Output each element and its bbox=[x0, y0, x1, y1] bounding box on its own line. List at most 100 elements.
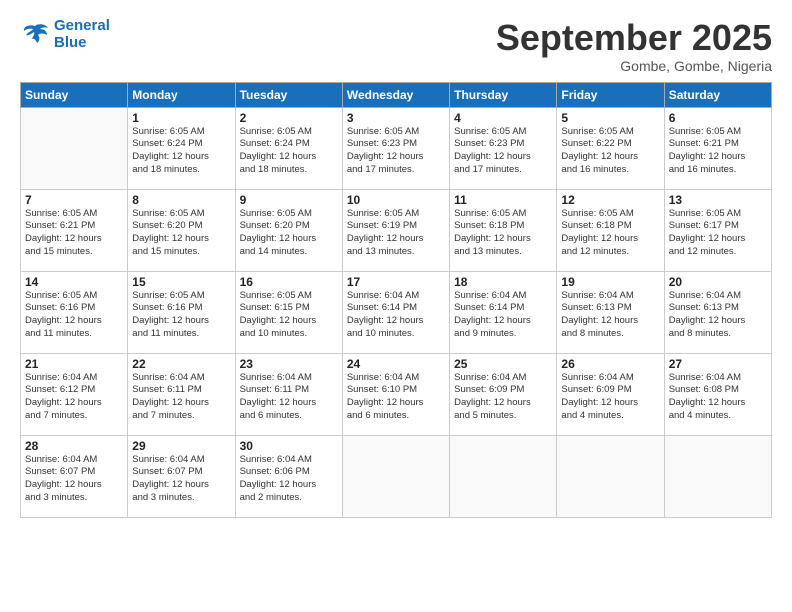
calendar-cell: 12Sunrise: 6:05 AM Sunset: 6:18 PM Dayli… bbox=[557, 189, 664, 271]
calendar-cell: 17Sunrise: 6:04 AM Sunset: 6:14 PM Dayli… bbox=[342, 271, 449, 353]
week-row-1: 7Sunrise: 6:05 AM Sunset: 6:21 PM Daylig… bbox=[21, 189, 772, 271]
day-number: 30 bbox=[240, 439, 338, 453]
day-info: Sunrise: 6:04 AM Sunset: 6:08 PM Dayligh… bbox=[669, 372, 767, 423]
day-number: 2 bbox=[240, 111, 338, 125]
day-number: 22 bbox=[132, 357, 230, 371]
logo-line2: Blue bbox=[54, 34, 87, 51]
day-info: Sunrise: 6:05 AM Sunset: 6:22 PM Dayligh… bbox=[561, 126, 659, 177]
month-title: September 2025 bbox=[496, 18, 772, 58]
day-info: Sunrise: 6:04 AM Sunset: 6:07 PM Dayligh… bbox=[132, 454, 230, 505]
weekday-header-sunday: Sunday bbox=[21, 82, 128, 107]
day-info: Sunrise: 6:05 AM Sunset: 6:23 PM Dayligh… bbox=[347, 126, 445, 177]
day-number: 1 bbox=[132, 111, 230, 125]
day-number: 29 bbox=[132, 439, 230, 453]
day-number: 16 bbox=[240, 275, 338, 289]
day-number: 4 bbox=[454, 111, 552, 125]
calendar-cell: 4Sunrise: 6:05 AM Sunset: 6:23 PM Daylig… bbox=[450, 107, 557, 189]
calendar-cell: 21Sunrise: 6:04 AM Sunset: 6:12 PM Dayli… bbox=[21, 353, 128, 435]
day-number: 23 bbox=[240, 357, 338, 371]
weekday-header-wednesday: Wednesday bbox=[342, 82, 449, 107]
calendar-cell: 30Sunrise: 6:04 AM Sunset: 6:06 PM Dayli… bbox=[235, 435, 342, 517]
calendar-cell bbox=[342, 435, 449, 517]
weekday-header-row: SundayMondayTuesdayWednesdayThursdayFrid… bbox=[21, 82, 772, 107]
calendar-cell: 10Sunrise: 6:05 AM Sunset: 6:19 PM Dayli… bbox=[342, 189, 449, 271]
calendar-cell: 29Sunrise: 6:04 AM Sunset: 6:07 PM Dayli… bbox=[128, 435, 235, 517]
calendar-cell: 27Sunrise: 6:04 AM Sunset: 6:08 PM Dayli… bbox=[664, 353, 771, 435]
day-number: 21 bbox=[25, 357, 123, 371]
calendar-cell bbox=[557, 435, 664, 517]
day-number: 15 bbox=[132, 275, 230, 289]
day-info: Sunrise: 6:04 AM Sunset: 6:11 PM Dayligh… bbox=[132, 372, 230, 423]
weekday-header-saturday: Saturday bbox=[664, 82, 771, 107]
day-info: Sunrise: 6:04 AM Sunset: 6:11 PM Dayligh… bbox=[240, 372, 338, 423]
day-info: Sunrise: 6:04 AM Sunset: 6:13 PM Dayligh… bbox=[561, 290, 659, 341]
calendar-cell: 26Sunrise: 6:04 AM Sunset: 6:09 PM Dayli… bbox=[557, 353, 664, 435]
weekday-header-monday: Monday bbox=[128, 82, 235, 107]
calendar-cell: 28Sunrise: 6:04 AM Sunset: 6:07 PM Dayli… bbox=[21, 435, 128, 517]
day-info: Sunrise: 6:04 AM Sunset: 6:13 PM Dayligh… bbox=[669, 290, 767, 341]
calendar-cell: 16Sunrise: 6:05 AM Sunset: 6:15 PM Dayli… bbox=[235, 271, 342, 353]
day-number: 6 bbox=[669, 111, 767, 125]
logo-line1: General bbox=[54, 17, 110, 34]
day-info: Sunrise: 6:05 AM Sunset: 6:15 PM Dayligh… bbox=[240, 290, 338, 341]
day-number: 3 bbox=[347, 111, 445, 125]
day-number: 19 bbox=[561, 275, 659, 289]
calendar-cell: 11Sunrise: 6:05 AM Sunset: 6:18 PM Dayli… bbox=[450, 189, 557, 271]
day-number: 24 bbox=[347, 357, 445, 371]
week-row-2: 14Sunrise: 6:05 AM Sunset: 6:16 PM Dayli… bbox=[21, 271, 772, 353]
calendar-cell: 1Sunrise: 6:05 AM Sunset: 6:24 PM Daylig… bbox=[128, 107, 235, 189]
calendar-cell: 15Sunrise: 6:05 AM Sunset: 6:16 PM Dayli… bbox=[128, 271, 235, 353]
day-info: Sunrise: 6:05 AM Sunset: 6:20 PM Dayligh… bbox=[240, 208, 338, 259]
day-number: 17 bbox=[347, 275, 445, 289]
day-info: Sunrise: 6:05 AM Sunset: 6:23 PM Dayligh… bbox=[454, 126, 552, 177]
day-info: Sunrise: 6:04 AM Sunset: 6:07 PM Dayligh… bbox=[25, 454, 123, 505]
calendar-cell: 13Sunrise: 6:05 AM Sunset: 6:17 PM Dayli… bbox=[664, 189, 771, 271]
day-number: 12 bbox=[561, 193, 659, 207]
calendar: SundayMondayTuesdayWednesdayThursdayFrid… bbox=[20, 82, 772, 518]
logo: General Blue bbox=[20, 18, 110, 51]
calendar-cell: 14Sunrise: 6:05 AM Sunset: 6:16 PM Dayli… bbox=[21, 271, 128, 353]
day-info: Sunrise: 6:04 AM Sunset: 6:14 PM Dayligh… bbox=[347, 290, 445, 341]
weekday-header-thursday: Thursday bbox=[450, 82, 557, 107]
day-info: Sunrise: 6:05 AM Sunset: 6:21 PM Dayligh… bbox=[669, 126, 767, 177]
calendar-cell bbox=[21, 107, 128, 189]
day-info: Sunrise: 6:05 AM Sunset: 6:24 PM Dayligh… bbox=[132, 126, 230, 177]
calendar-cell: 25Sunrise: 6:04 AM Sunset: 6:09 PM Dayli… bbox=[450, 353, 557, 435]
calendar-cell: 22Sunrise: 6:04 AM Sunset: 6:11 PM Dayli… bbox=[128, 353, 235, 435]
week-row-3: 21Sunrise: 6:04 AM Sunset: 6:12 PM Dayli… bbox=[21, 353, 772, 435]
day-number: 25 bbox=[454, 357, 552, 371]
day-info: Sunrise: 6:04 AM Sunset: 6:09 PM Dayligh… bbox=[561, 372, 659, 423]
logo-text: General Blue bbox=[54, 18, 110, 51]
day-info: Sunrise: 6:05 AM Sunset: 6:17 PM Dayligh… bbox=[669, 208, 767, 259]
day-number: 27 bbox=[669, 357, 767, 371]
calendar-cell: 18Sunrise: 6:04 AM Sunset: 6:14 PM Dayli… bbox=[450, 271, 557, 353]
day-number: 10 bbox=[347, 193, 445, 207]
day-info: Sunrise: 6:04 AM Sunset: 6:06 PM Dayligh… bbox=[240, 454, 338, 505]
day-info: Sunrise: 6:04 AM Sunset: 6:12 PM Dayligh… bbox=[25, 372, 123, 423]
calendar-cell: 9Sunrise: 6:05 AM Sunset: 6:20 PM Daylig… bbox=[235, 189, 342, 271]
calendar-cell: 24Sunrise: 6:04 AM Sunset: 6:10 PM Dayli… bbox=[342, 353, 449, 435]
day-number: 11 bbox=[454, 193, 552, 207]
header: General Blue September 2025 Gombe, Gombe… bbox=[20, 18, 772, 74]
week-row-0: 1Sunrise: 6:05 AM Sunset: 6:24 PM Daylig… bbox=[21, 107, 772, 189]
day-info: Sunrise: 6:05 AM Sunset: 6:16 PM Dayligh… bbox=[132, 290, 230, 341]
day-info: Sunrise: 6:05 AM Sunset: 6:18 PM Dayligh… bbox=[454, 208, 552, 259]
day-number: 28 bbox=[25, 439, 123, 453]
day-info: Sunrise: 6:05 AM Sunset: 6:20 PM Dayligh… bbox=[132, 208, 230, 259]
day-number: 5 bbox=[561, 111, 659, 125]
day-info: Sunrise: 6:05 AM Sunset: 6:16 PM Dayligh… bbox=[25, 290, 123, 341]
day-info: Sunrise: 6:04 AM Sunset: 6:10 PM Dayligh… bbox=[347, 372, 445, 423]
day-number: 26 bbox=[561, 357, 659, 371]
logo-icon bbox=[20, 22, 50, 48]
calendar-cell: 19Sunrise: 6:04 AM Sunset: 6:13 PM Dayli… bbox=[557, 271, 664, 353]
calendar-cell: 5Sunrise: 6:05 AM Sunset: 6:22 PM Daylig… bbox=[557, 107, 664, 189]
day-info: Sunrise: 6:04 AM Sunset: 6:09 PM Dayligh… bbox=[454, 372, 552, 423]
calendar-cell: 7Sunrise: 6:05 AM Sunset: 6:21 PM Daylig… bbox=[21, 189, 128, 271]
day-number: 14 bbox=[25, 275, 123, 289]
subtitle: Gombe, Gombe, Nigeria bbox=[496, 58, 772, 74]
calendar-cell: 23Sunrise: 6:04 AM Sunset: 6:11 PM Dayli… bbox=[235, 353, 342, 435]
day-info: Sunrise: 6:05 AM Sunset: 6:18 PM Dayligh… bbox=[561, 208, 659, 259]
day-info: Sunrise: 6:04 AM Sunset: 6:14 PM Dayligh… bbox=[454, 290, 552, 341]
weekday-header-tuesday: Tuesday bbox=[235, 82, 342, 107]
calendar-cell: 8Sunrise: 6:05 AM Sunset: 6:20 PM Daylig… bbox=[128, 189, 235, 271]
